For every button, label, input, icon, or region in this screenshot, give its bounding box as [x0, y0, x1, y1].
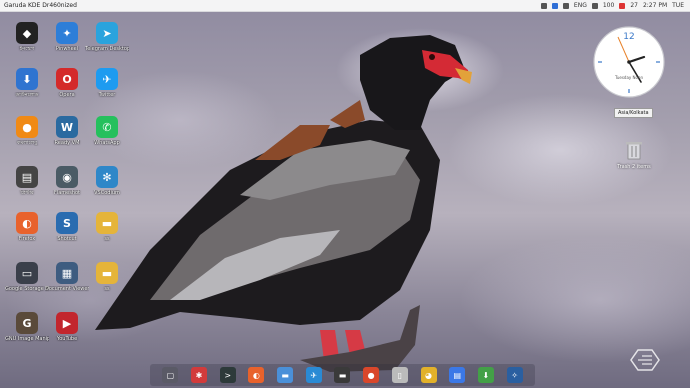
dock-item-app-bug[interactable]: ✱ [191, 367, 208, 383]
dock-item-app-gray[interactable]: ▯ [391, 367, 408, 383]
clock-twelve: 12 [623, 32, 634, 42]
trash-widget[interactable]: Trash 2 items [616, 140, 652, 170]
desktop-icon-label: Twitter [98, 92, 116, 98]
app-icon: ▬ [96, 262, 118, 284]
dock: ▢ ✱ > ◐ ▬ ✈ ▬ ● ▯ ◕ ▤ ⬇ ✧ [150, 364, 535, 386]
desktop-icon-label: Opera [59, 92, 75, 98]
app-icon: ➤ [96, 22, 118, 44]
dock-item-docs[interactable]: ▤ [449, 367, 466, 383]
desktop-icon[interactable]: ▤ প্রিন্টার [5, 166, 49, 196]
tray-count[interactable]: 27 [630, 2, 638, 9]
clock-caption: Tuesday Noon [614, 75, 643, 80]
top-panel: Garuda KDE Dr460nized ENG 100 27 2:27 PM… [0, 0, 690, 12]
dock-item-app-red[interactable]: ● [363, 367, 380, 383]
dock-item-show-desktop[interactable]: ▢ [162, 367, 179, 383]
battery-level[interactable]: 100 [603, 2, 614, 9]
desktop-icon[interactable]: ✆ WhatsApp [85, 116, 129, 146]
network-icon[interactable] [591, 2, 598, 9]
notification-icon[interactable] [619, 2, 626, 9]
app-icon: ▤ [16, 166, 38, 188]
app-icon: ▦ [56, 262, 78, 284]
desktop-icon-label: Telegram Desktop [85, 46, 129, 52]
app-icon: ▶ [56, 312, 78, 334]
desktop-icon[interactable]: ✈ Twitter [85, 68, 129, 98]
panel-date[interactable]: TUE [672, 2, 684, 9]
desktop-icon-label: Flameshot [53, 190, 81, 196]
app-icon: W [56, 116, 78, 138]
app-icon: O [56, 68, 78, 90]
app-icon: ◆ [16, 22, 38, 44]
desktop-icon-label: Ready VM [54, 140, 80, 146]
analog-clock-widget[interactable]: 12 Tuesday Noon [592, 25, 666, 99]
dock-item-app-bird[interactable]: ✈ [305, 367, 322, 383]
desktop-icon-label: ss [104, 286, 110, 292]
desktop-icon[interactable]: S Shotcut [45, 212, 89, 242]
desktop-icon[interactable]: ✻ VSCodium [85, 166, 129, 196]
desktop-icon[interactable]: ⬇ ডাউনলোড [5, 68, 49, 98]
desktop-icon[interactable]: ➤ Telegram Desktop [85, 22, 129, 52]
desktop-icon-label: Google Storage Manager [5, 286, 49, 292]
dock-item-download[interactable]: ⬇ [477, 367, 494, 383]
app-icon: ✈ [96, 68, 118, 90]
desktop-icon[interactable]: ◆ ইনস্কেপ [5, 22, 49, 52]
garuda-logo [630, 349, 660, 371]
app-icon: ◐ [16, 212, 38, 234]
desktop-icon-label: VSCodium [94, 190, 120, 196]
desktop-icon-label: ss [104, 236, 110, 242]
bluetooth-icon[interactable] [551, 2, 558, 9]
desktop-icon-label: Firefox [18, 236, 36, 242]
app-icon: S [56, 212, 78, 234]
desktop-icon-label: Shotcut [57, 236, 77, 242]
desktop-icon-label: কমলালেবু [17, 140, 37, 146]
app-icon: ✆ [96, 116, 118, 138]
desktop-icon[interactable]: ▬ ss [85, 262, 129, 292]
desktop-icon-label: প্রিন্টার [20, 190, 34, 196]
clock-timezone-tooltip: Asia/Kolkata [614, 108, 653, 118]
app-icon: ✻ [96, 166, 118, 188]
dock-item-terminal[interactable]: > [219, 367, 236, 383]
desktop-icon-label: WhatsApp [94, 140, 120, 146]
desktop-icon[interactable]: ▦ Document Viewer [45, 262, 89, 292]
trash-label: Trash 2 items [617, 164, 651, 170]
app-icon: G [16, 312, 38, 334]
desktop-icon[interactable]: W Ready VM [45, 116, 89, 146]
desktop-icon-label: ইনস্কেপ [19, 46, 35, 52]
app-icon: ◉ [56, 166, 78, 188]
desktop-icon[interactable]: ▶ YouTube [45, 312, 89, 342]
dock-item-app-dark[interactable]: ▬ [334, 367, 351, 383]
dock-item-chrome[interactable]: ◕ [420, 367, 437, 383]
desktop-icon-label: GNU Image Manipulation Pr. [5, 336, 49, 342]
desktop-icon-label: YouTube [56, 336, 78, 342]
dock-item-app-blue[interactable]: ✧ [506, 367, 523, 383]
app-icon: ▬ [96, 212, 118, 234]
desktop-icon-label: ডাউনলোড [15, 92, 39, 98]
desktop-icon[interactable]: O Opera [45, 68, 89, 98]
dock-item-firefox[interactable]: ◐ [248, 367, 265, 383]
clipboard-icon[interactable] [540, 2, 547, 9]
volume-icon[interactable] [562, 2, 569, 9]
trash-icon [626, 142, 642, 160]
desktop-icon[interactable]: ● কমলালেবু [5, 116, 49, 146]
app-icon: ● [16, 116, 38, 138]
desktop-icon[interactable]: ▭ Google Storage Manager [5, 262, 49, 292]
panel-clock[interactable]: 2:27 PM [643, 2, 667, 9]
desktop-icon-label: Document Viewer [45, 286, 89, 292]
app-icon: ▭ [16, 262, 38, 284]
desktop-icon[interactable]: ◐ Firefox [5, 212, 49, 242]
desktop-icon[interactable]: ◉ Flameshot [45, 166, 89, 196]
desktop-icon-label: Pinwheel [55, 46, 79, 52]
keyboard-layout[interactable]: ENG [574, 2, 587, 9]
app-icon: ✦ [56, 22, 78, 44]
app-icon: ⬇ [16, 68, 38, 90]
desktop-icon[interactable]: ▬ ss [85, 212, 129, 242]
dock-item-files[interactable]: ▬ [277, 367, 294, 383]
desktop-icon[interactable]: ✦ Pinwheel [45, 22, 89, 52]
active-window-title[interactable]: Garuda KDE Dr460nized [4, 2, 77, 9]
desktop-icon[interactable]: G GNU Image Manipulation Pr. [5, 312, 49, 342]
system-tray: ENG 100 27 2:27 PM TUE [540, 2, 684, 9]
